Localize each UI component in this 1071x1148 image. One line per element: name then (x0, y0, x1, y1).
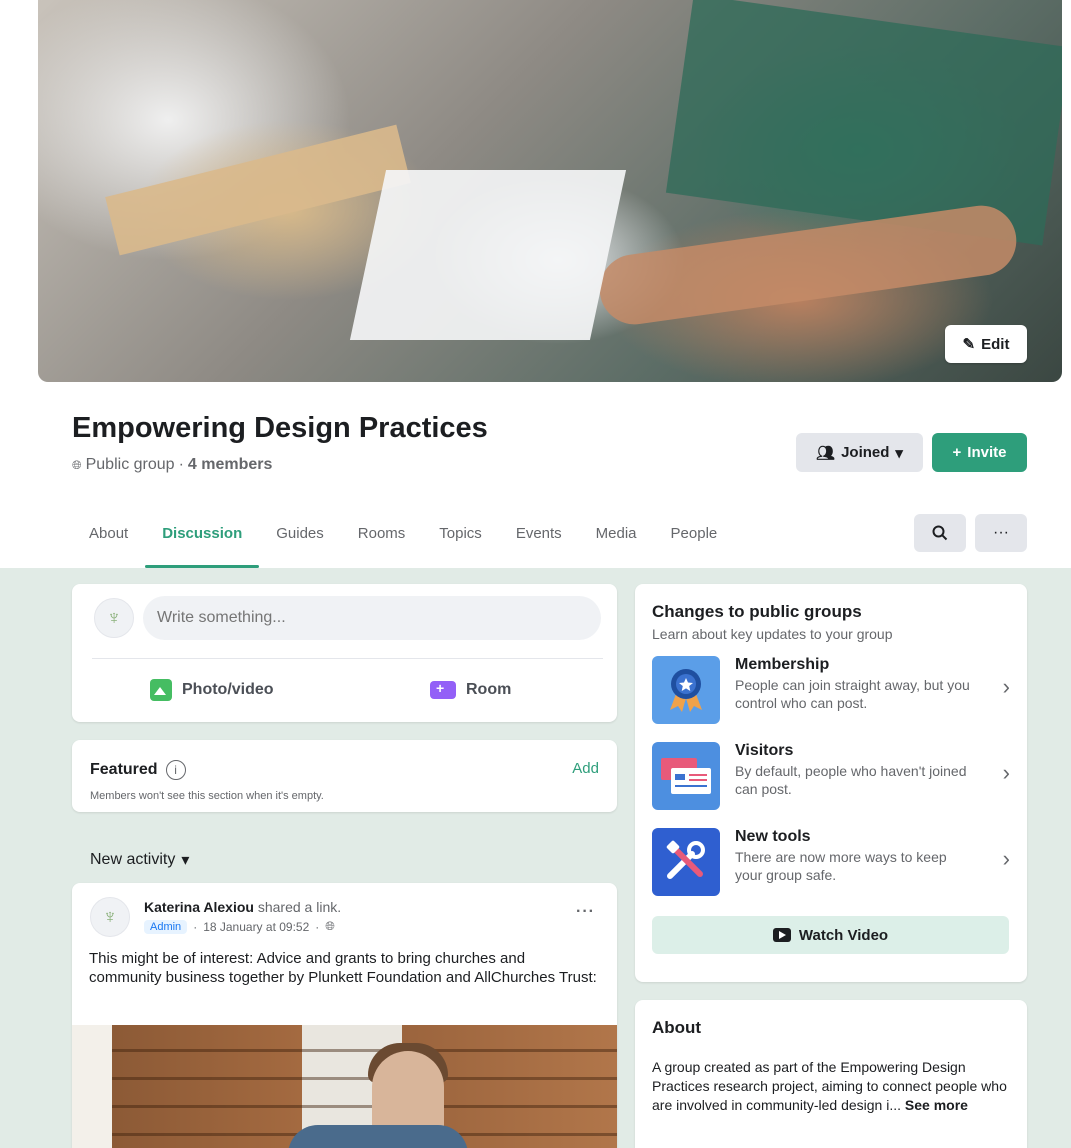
edit-cover-button[interactable]: ✎ Edit (945, 325, 1027, 363)
tab-guides[interactable]: Guides (259, 512, 341, 568)
pencil-icon: ✎ (962, 336, 976, 353)
room-video-icon (430, 680, 456, 699)
search-icon (932, 525, 948, 541)
feed-sort-dropdown[interactable]: New activity ▾ (90, 850, 189, 870)
featured-section: Featured i Members won't see this sectio… (72, 740, 617, 812)
post-options-button[interactable]: ··· (576, 903, 595, 921)
featured-add-link[interactable]: Add (572, 760, 599, 777)
group-privacy: Public group (85, 456, 175, 473)
group-members[interactable]: 4 members (188, 456, 273, 474)
tab-media[interactable]: Media (579, 512, 654, 568)
ellipsis-icon: ··· (993, 524, 1009, 541)
photo-video-button[interactable]: Photo/video (150, 670, 274, 710)
feed-post: ♆ Katerina Alexiou shared a link. Admin … (72, 883, 617, 1148)
joined-button[interactable]: 👥︎ Joined ▾ (796, 433, 923, 472)
photo-icon (150, 679, 172, 701)
tab-rooms[interactable]: Rooms (341, 512, 423, 568)
tab-discussion[interactable]: Discussion (145, 512, 260, 568)
post-author-name[interactable]: Katerina Alexiou (144, 899, 254, 915)
watch-video-button[interactable]: Watch Video (652, 916, 1009, 954)
change-item-membership[interactable]: Membership People can join straight away… (652, 656, 1012, 728)
about-text: A group created as part of the Empowerin… (652, 1059, 1007, 1113)
see-more-link[interactable]: See more (905, 1097, 968, 1113)
changes-card: Changes to public groups Learn about key… (635, 584, 1027, 982)
post-link-image[interactable] (72, 1025, 617, 1148)
tab-topics[interactable]: Topics (422, 512, 499, 568)
about-card: About A group created as part of the Emp… (635, 1000, 1027, 1148)
change-item-new-tools[interactable]: New tools There are now more ways to kee… (652, 828, 1012, 900)
ribbon-badge-icon (652, 656, 720, 724)
globe-icon: 🌐︎ (325, 919, 335, 933)
globe-icon: 🌐︎ (72, 457, 82, 472)
changes-title: Changes to public groups (652, 602, 862, 621)
about-title: About (652, 1018, 702, 1037)
caret-down-icon: ▾ (181, 852, 190, 869)
group-tabs: About Discussion Guides Rooms Topics Eve… (72, 512, 734, 568)
post-composer: ♆ Photo/video Room (72, 584, 617, 722)
cover-photo (38, 0, 1062, 382)
changes-subtitle: Learn about key updates to your group (652, 626, 893, 642)
post-action: shared a link. (257, 899, 342, 915)
invite-button[interactable]: + Invite (932, 433, 1027, 472)
divider (92, 658, 603, 659)
change-item-visitors[interactable]: Visitors By default, people who haven't … (652, 742, 1012, 814)
group-title: Empowering Design Practices (72, 412, 488, 444)
tab-people[interactable]: People (654, 512, 735, 568)
write-something-input[interactable] (143, 596, 601, 640)
room-button[interactable]: Room (430, 670, 511, 710)
more-options-button[interactable]: ··· (975, 514, 1027, 552)
id-card-icon (652, 742, 720, 810)
tab-about[interactable]: About (72, 512, 145, 568)
group-meta: 🌐︎ Public group · 4 members (72, 456, 273, 474)
chevron-right-icon: › (1002, 760, 1010, 785)
tab-events[interactable]: Events (499, 512, 579, 568)
info-icon[interactable]: i (165, 760, 186, 780)
admin-badge: Admin (144, 919, 188, 934)
tools-icon (652, 828, 720, 896)
avatar[interactable]: ♆ (94, 598, 134, 638)
plus-icon: + (952, 444, 962, 461)
post-author-avatar[interactable]: ♆ (90, 897, 130, 937)
post-timestamp[interactable]: 18 January at 09:52 (203, 920, 309, 934)
chevron-right-icon: › (1002, 846, 1010, 871)
search-button[interactable] (914, 514, 966, 552)
caret-down-icon: ▾ (895, 444, 903, 462)
people-icon: 👥︎ (816, 444, 836, 462)
featured-title: Featured (90, 761, 158, 778)
post-text: This might be of interest: Advice and gr… (89, 950, 597, 986)
chevron-right-icon: › (1002, 674, 1010, 699)
play-icon (772, 928, 791, 942)
featured-subtitle: Members won't see this section when it's… (90, 790, 324, 802)
